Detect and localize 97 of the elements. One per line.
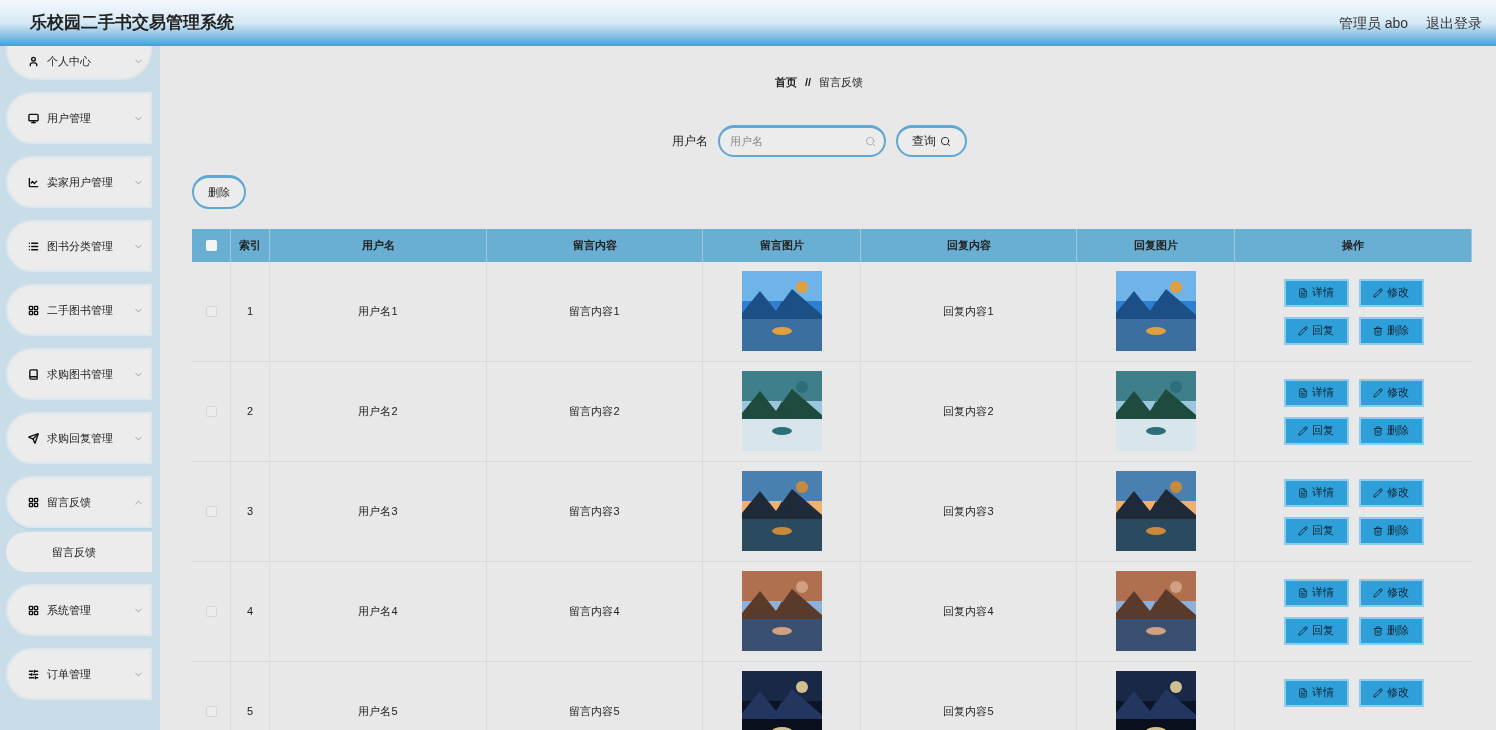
document-icon (1298, 487, 1308, 498)
table-cell-text: 留言内容4 (569, 603, 620, 619)
action-button[interactable]: 详情 (1283, 278, 1349, 307)
action-button[interactable]: 删除 (1358, 316, 1424, 345)
pencil-icon (1298, 525, 1308, 536)
pencil-icon (1298, 325, 1308, 336)
action-button[interactable]: 详情 (1283, 378, 1349, 407)
menu-icon (28, 240, 39, 252)
action-button[interactable]: 详情 (1283, 478, 1349, 507)
column-header: 用户名 (270, 228, 487, 262)
column-header: 留言图片 (703, 228, 861, 262)
document-icon (1298, 587, 1308, 598)
trash-icon (1373, 425, 1383, 436)
menu-item[interactable]: 系统管理 (6, 584, 152, 636)
action-button[interactable]: 详情 (1283, 678, 1349, 707)
action-button[interactable]: 修改 (1358, 678, 1424, 707)
pencil-icon (1373, 487, 1383, 498)
menu-icon (28, 432, 39, 444)
document-icon (1298, 287, 1308, 298)
menu-item[interactable]: 留言反馈 (6, 476, 152, 528)
action-button[interactable]: 回复 (1283, 416, 1349, 445)
table-cell-text: 回复内容1 (943, 303, 994, 319)
action-button[interactable]: 回复 (1283, 516, 1349, 545)
submenu-item[interactable]: 留言反馈 (6, 532, 152, 572)
menu-icon (28, 55, 39, 67)
table-cell-text: 4 (246, 603, 254, 619)
document-icon (1298, 687, 1308, 698)
action-button[interactable]: 删除 (1358, 516, 1424, 545)
column-header: 留言内容 (487, 228, 703, 262)
column-header: 索引 (231, 228, 270, 262)
pencil-icon (1373, 587, 1383, 598)
breadcrumb-separator: // (804, 75, 812, 90)
action-button[interactable]: 修改 (1358, 478, 1424, 507)
table-cell-text: 回复内容3 (943, 503, 994, 519)
action-button[interactable]: 回复 (1283, 616, 1349, 645)
menu-item[interactable]: 卖家用户管理 (6, 156, 152, 208)
search-icon (864, 135, 876, 147)
table-cell-text: 回复内容2 (943, 403, 994, 419)
menu-item[interactable]: 求购图书管理 (6, 348, 152, 400)
trash-icon (1373, 525, 1383, 536)
breadcrumb-current: 留言反馈 (819, 75, 864, 90)
action-button[interactable]: 修改 (1358, 578, 1424, 607)
menu-item[interactable]: 二手图书管理 (6, 284, 152, 336)
action-button[interactable]: 修改 (1358, 278, 1424, 307)
menu-icon (28, 604, 39, 616)
document-icon (1298, 387, 1308, 398)
menu-icon (28, 176, 39, 188)
logout-link[interactable]: 退出登录 (1426, 12, 1482, 34)
table-cell-text: 用户名4 (358, 603, 398, 619)
table-cell-text: 5 (246, 703, 254, 719)
search-field[interactable]: 用户名 (717, 124, 886, 157)
breadcrumb-link[interactable]: 首页 (774, 74, 797, 91)
table-cell-text: 留言内容5 (569, 703, 620, 719)
menu-icon (28, 668, 39, 680)
select-all-checkbox[interactable] (205, 239, 217, 251)
menu-icon (28, 112, 39, 124)
pencil-icon (1373, 687, 1383, 698)
menu-item[interactable]: 订单管理 (6, 648, 152, 700)
app-title: 乐校园二手书交易管理系统 (30, 12, 234, 35)
menu-item[interactable]: 用户管理 (6, 92, 152, 144)
action-button[interactable]: 删除 (1358, 616, 1424, 645)
table-cell-text: 用户名2 (358, 403, 398, 419)
menu-item[interactable]: 图书分类管理 (6, 220, 152, 272)
pencil-icon (1298, 425, 1308, 436)
table-cell-text: 3 (246, 503, 254, 519)
table-cell-text: 留言内容2 (569, 403, 620, 419)
menu-icon (28, 368, 39, 380)
delete-button[interactable]: 删除 (192, 174, 246, 209)
table-cell-text: 1 (246, 303, 254, 319)
action-button[interactable]: 回复 (1283, 316, 1349, 345)
admin-name: 管理员 abo (1338, 13, 1408, 33)
menu-icon (28, 304, 39, 316)
pencil-icon (1373, 287, 1383, 298)
trash-icon (1373, 625, 1383, 636)
column-header: 回复图片 (1077, 228, 1235, 262)
query-button[interactable]: 查询 (895, 124, 967, 157)
menu-item[interactable]: 个人中心 (6, 46, 152, 80)
table-cell-text: 2 (246, 403, 254, 419)
action-button[interactable]: 详情 (1283, 578, 1349, 607)
table-cell-text: 用户名3 (358, 503, 398, 519)
search-icon (939, 135, 951, 147)
action-button[interactable]: 修改 (1358, 378, 1424, 407)
table-cell-text: 用户名1 (358, 303, 398, 319)
pencil-icon (1298, 625, 1308, 636)
action-button[interactable]: 删除 (1358, 416, 1424, 445)
table-cell-text: 留言内容3 (569, 503, 620, 519)
menu-icon (28, 496, 39, 508)
table-cell-text: 留言内容1 (569, 303, 620, 319)
pencil-icon (1373, 387, 1383, 398)
column-header: 回复内容 (861, 228, 1077, 262)
menu-item[interactable]: 求购回复管理 (6, 412, 152, 464)
table-cell-text: 回复内容4 (943, 603, 994, 619)
table-cell-text: 回复内容5 (943, 703, 994, 719)
trash-icon (1373, 325, 1383, 336)
column-header: 操作 (1235, 228, 1472, 262)
search-label: 用户名 (671, 132, 708, 150)
table-cell-text: 用户名5 (358, 703, 398, 719)
